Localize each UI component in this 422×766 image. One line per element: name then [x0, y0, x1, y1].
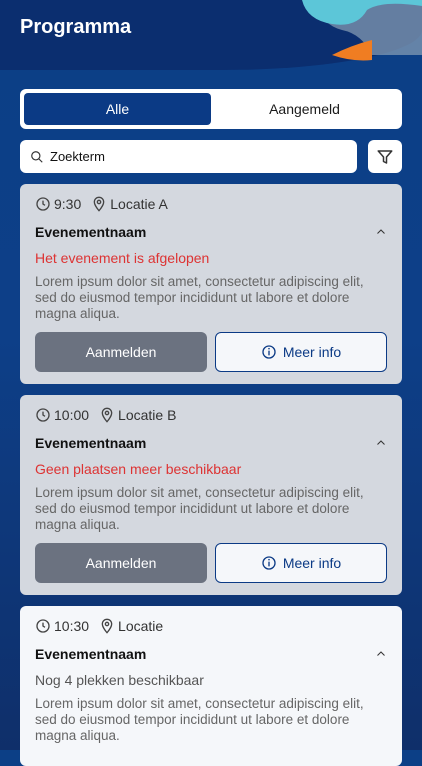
decorative-shape — [302, 0, 422, 61]
search-input[interactable]: Zoekterm — [20, 140, 357, 173]
event-header[interactable]: Evenementnaam — [35, 435, 387, 451]
event-description: Lorem ipsum dolor sit amet, consectetur … — [35, 485, 364, 532]
more-info-button[interactable]: Meer info — [215, 543, 387, 583]
event-description: Lorem ipsum dolor sit amet, consectetur … — [35, 274, 364, 321]
clock-icon — [36, 197, 50, 211]
event-meta: 10:00 Locatie B — [35, 407, 387, 423]
event-time: 10:30 — [54, 618, 90, 634]
event-location: Locatie B — [118, 407, 177, 423]
search-value: Zoekterm — [50, 149, 105, 164]
event-card: 10:00 Locatie B Evenementnaam Geen plaat… — [20, 395, 402, 595]
tab-aangemeld[interactable]: Aangemeld — [211, 93, 398, 125]
more-info-button[interactable]: Meer info — [215, 332, 387, 372]
info-icon — [262, 556, 276, 570]
event-meta: 9:30 Locatie A — [35, 196, 387, 212]
event-meta: 10:30 Locatie — [35, 618, 387, 634]
event-time: 10:00 — [54, 407, 90, 423]
event-header[interactable]: Evenementnaam — [35, 646, 387, 662]
event-name: Evenementnaam — [35, 435, 147, 451]
event-card: 9:30 Locatie A Evenementnaam Het eveneme… — [20, 184, 402, 384]
register-button[interactable]: Aanmelden — [35, 543, 207, 583]
filter-button[interactable] — [368, 140, 402, 173]
event-header[interactable]: Evenementnaam — [35, 224, 387, 240]
page-title: Programma — [20, 16, 132, 38]
chevron-up-icon[interactable] — [375, 437, 387, 449]
event-location: Locatie A — [110, 196, 168, 212]
clock-icon — [36, 408, 50, 422]
event-time: 9:30 — [54, 196, 82, 212]
event-status: Het evenement is afgelopen — [35, 250, 210, 266]
event-name: Evenementnaam — [35, 646, 147, 662]
more-info-label: Meer info — [282, 555, 342, 571]
info-icon — [262, 345, 276, 359]
event-name: Evenementnaam — [35, 224, 147, 240]
event-status: Nog 4 plekken beschikbaar — [35, 672, 204, 688]
chevron-up-icon[interactable] — [375, 226, 387, 238]
clock-icon — [36, 619, 50, 633]
event-card: 10:30 Locatie Evenementnaam Nog 4 plekke… — [20, 606, 402, 766]
filter-icon — [377, 149, 393, 164]
chevron-up-icon[interactable] — [375, 648, 387, 660]
more-info-label: Meer info — [282, 344, 342, 360]
event-description: Lorem ipsum dolor sit amet, consectetur … — [35, 696, 364, 743]
tab-alle[interactable]: Alle — [24, 93, 211, 125]
location-pin-icon — [93, 196, 105, 212]
search-icon — [31, 150, 43, 163]
location-pin-icon — [101, 407, 113, 423]
event-location: Locatie — [118, 618, 164, 634]
header-bar: Programma — [0, 0, 422, 70]
register-button[interactable]: Aanmelden — [35, 332, 207, 372]
location-pin-icon — [101, 618, 113, 634]
event-status: Geen plaatsen meer beschikbaar — [35, 461, 242, 477]
segmented-control: Alle Aangemeld — [20, 89, 402, 129]
